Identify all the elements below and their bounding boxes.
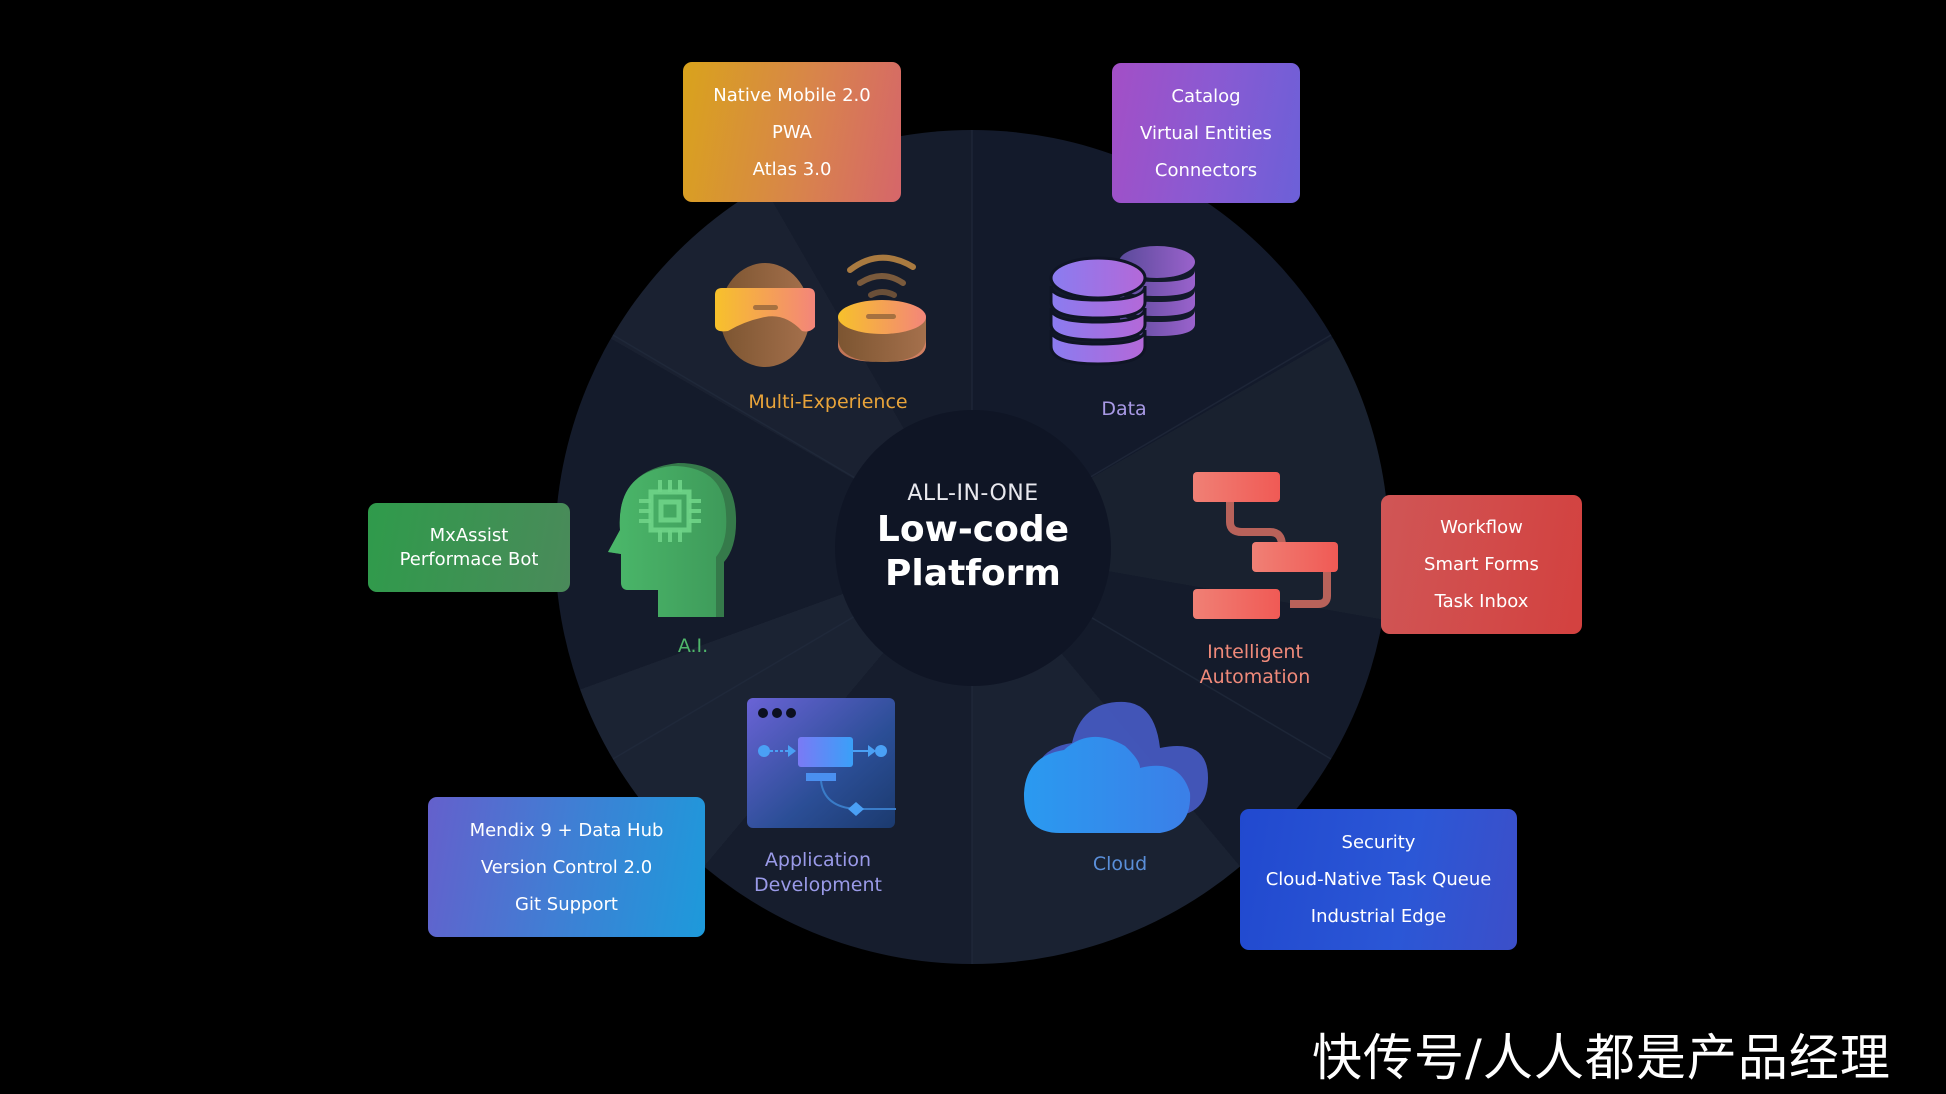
label-line: Application	[764, 849, 872, 871]
feature-item: Native Mobile 2.0	[713, 84, 871, 106]
feature-box-data: Catalog Virtual Entities Connectors	[1112, 63, 1300, 203]
segment-label-ai: A.I.	[677, 635, 709, 657]
segment-label-application-development: Application Development	[718, 848, 918, 898]
feature-item: Workflow	[1440, 517, 1523, 538]
segment-label-cloud: Cloud	[1092, 853, 1148, 875]
feature-item: Catalog	[1171, 85, 1241, 107]
feature-item: Version Control 2.0	[480, 856, 653, 878]
feature-box-application-development: Mendix 9 + Data Hub Version Control 2.0 …	[428, 797, 705, 937]
segment-label-intelligent-automation: Intelligent Automation	[1155, 640, 1355, 690]
label-line: Development	[754, 874, 882, 896]
watermark: 快传号/人人都是产品经理	[1312, 1029, 1891, 1087]
ai-head-icon	[608, 463, 737, 617]
label-line: Automation	[1199, 666, 1311, 688]
hub-text: ALL-IN-ONE Low-code Platform	[835, 480, 1111, 596]
feature-item: Virtual Entities	[1140, 122, 1272, 144]
feature-item: Atlas 3.0	[752, 158, 832, 180]
segment-label-data: Data	[1101, 398, 1147, 420]
hub-title-line2: Platform	[885, 553, 1061, 594]
feature-item: Security	[1341, 832, 1416, 853]
feature-item: Industrial Edge	[1310, 906, 1447, 927]
feature-box-multi-experience: Native Mobile 2.0 PWA Atlas 3.0	[683, 62, 901, 202]
app-development-icon	[747, 698, 896, 828]
segment-label-multi-experience: Multi-Experience	[748, 391, 908, 413]
cloud-icon	[1023, 701, 1208, 833]
feature-item: Smart Forms	[1424, 554, 1539, 575]
feature-box-ai: MxAssist Performace Bot	[368, 503, 570, 592]
feature-item: Cloud-Native Task Queue	[1265, 869, 1492, 890]
feature-item: Connectors	[1154, 159, 1258, 181]
workflow-icon	[1193, 472, 1338, 619]
feature-item: Mendix 9 + Data Hub	[469, 819, 664, 841]
feature-box-intelligent-automation: Workflow Smart Forms Task Inbox	[1381, 495, 1582, 634]
multi-experience-icon	[715, 254, 926, 367]
hub-subtitle: ALL-IN-ONE	[907, 481, 1039, 506]
feature-box-cloud: Security Cloud-Native Task Queue Industr…	[1240, 809, 1517, 950]
feature-item: Task Inbox	[1434, 591, 1529, 612]
feature-item: PWA	[772, 121, 812, 143]
feature-item: Git Support	[515, 893, 618, 915]
feature-item: MxAssist	[429, 524, 509, 546]
label-line: Intelligent	[1207, 641, 1303, 663]
database-icon	[1049, 246, 1195, 366]
feature-item: Performace Bot	[399, 548, 539, 570]
hub-title-line1: Low-code	[876, 509, 1070, 550]
